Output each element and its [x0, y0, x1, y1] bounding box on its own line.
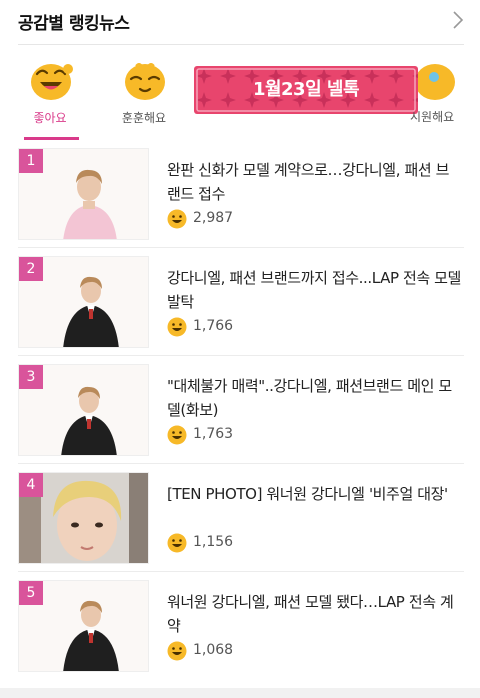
bottom-separator [0, 688, 480, 698]
tab-label: 훈훈해요 [121, 111, 167, 125]
chevron-right-icon[interactable] [450, 9, 466, 31]
article-thumbnail[interactable]: 2 [18, 256, 149, 348]
article-thumbnail[interactable]: 5 [18, 580, 149, 672]
list-item[interactable]: 3 "대체불가 매력"..강다니엘, 패션브랜드 메인 모델(화보) 1,763 [0, 356, 480, 464]
rank-badge: 5 [19, 581, 43, 605]
article-thumbnail[interactable]: 4 [18, 472, 149, 564]
happy-face-icon [167, 317, 187, 337]
happy-face-icon [167, 425, 187, 445]
count-value: 1,763 [193, 426, 234, 442]
list-item[interactable]: 1 완판 신화가 모델 계약으로…강다니엘, 패션 브랜드 접수 2,987 [0, 140, 480, 248]
article-title[interactable]: "대체불가 매력"..강다니엘, 패션브랜드 메인 모델(화보) [167, 374, 462, 422]
date-banner[interactable]: 1월23일 넬톡 [192, 64, 420, 116]
article-title[interactable]: 완판 신화가 모델 계약으로…강다니엘, 패션 브랜드 접수 [167, 158, 462, 206]
warm-face-icon [125, 63, 165, 100]
tab-label-cool: 시원해요 [410, 110, 455, 124]
section-header: 공감별 랭킹뉴스 [0, 0, 480, 45]
article-thumbnail[interactable]: 1 [18, 148, 149, 240]
count-value: 1,068 [193, 642, 234, 658]
list-item[interactable]: 2 강다니엘, 패션 브랜드까지 접수...LAP 전속 모델 발탁 1,766 [0, 248, 480, 356]
article-title[interactable]: 강다니엘, 패션 브랜드까지 접수...LAP 전속 모델 발탁 [167, 266, 462, 314]
banner-text: 1월23일 넬톡 [252, 79, 360, 100]
section-title: 공감별 랭킹뉴스 [18, 14, 130, 34]
list-item[interactable]: 4 [TEN PHOTO] 워너원 강다니엘 '비주얼 대장' 1,156 [0, 464, 480, 572]
article-thumbnail[interactable]: 3 [18, 364, 149, 456]
list-item[interactable]: 5 워너원 강다니엘, 패션 모델 됐다…LAP 전속 계약 1,068 [0, 572, 480, 680]
count-value: 2,987 [193, 210, 234, 226]
happy-face-icon [167, 209, 187, 229]
rank-badge: 3 [19, 365, 43, 389]
article-title[interactable]: [TEN PHOTO] 워너원 강다니엘 '비주얼 대장' [167, 482, 462, 506]
count-value: 1,766 [193, 318, 234, 334]
rank-badge: 1 [19, 149, 43, 173]
tab-warm[interactable]: 훈훈해요 [104, 45, 184, 140]
tab-label: 좋아요 [33, 111, 67, 125]
count-value: 1,156 [193, 534, 234, 550]
happy-face-icon [31, 64, 73, 100]
rank-badge: 2 [19, 257, 43, 281]
tab-like[interactable]: 좋아요 [10, 45, 90, 140]
happy-face-icon [167, 641, 187, 661]
article-title[interactable]: 워너원 강다니엘, 패션 모델 됐다…LAP 전속 계약 [167, 590, 462, 638]
rank-badge: 4 [19, 473, 43, 497]
happy-face-icon [167, 533, 187, 553]
